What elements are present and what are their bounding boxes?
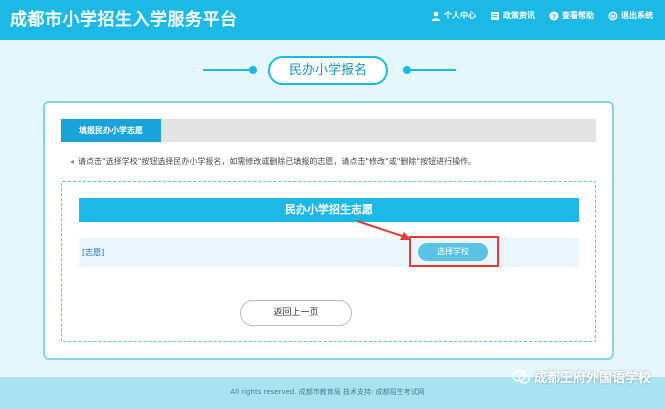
nav-label: 个人中心 [444,10,476,21]
user-icon [431,11,441,21]
logout-icon [608,11,618,21]
nav-help[interactable]: ? 查看帮助 [549,10,594,21]
help-icon: ? [549,11,559,21]
nav-logout[interactable]: 退出系统 [608,10,653,21]
table-row [79,238,579,267]
section-title: 民办小学报名 [268,56,388,85]
tab-fill-private-school-wish[interactable]: 填报民办小学志愿 [61,119,161,142]
svg-text:?: ? [552,12,556,20]
watermark-text: 成都王府外国语学校 [534,367,651,386]
table-header: 民办小学招生志愿 [79,198,579,222]
instruction-hint: ◂ 请点击"选择学校"按钮选择民办小学报名，如需修改或删除已填报的志愿，请点击"… [70,156,476,167]
red-arrow-annotation [355,219,415,243]
nav-policy-news[interactable]: 政策资讯 [490,10,535,21]
back-button[interactable]: 返回上一页 [240,300,352,326]
hint-text: 请点击"选择学校"按钮选择民办小学报名，如需修改或删除已填报的志愿，请点击"修改… [78,156,476,167]
speaker-icon: ◂ [70,157,74,166]
wish-row-label: [志愿] [82,247,104,258]
watermark: 成都王府外国语学校 [512,367,651,386]
top-nav: 个人中心 政策资讯 ? 查看帮助 退出系统 [431,10,653,21]
news-icon [490,11,500,21]
divider-dot-right [403,66,411,74]
divider-dot-left [249,66,257,74]
nav-label: 退出系统 [621,10,653,21]
divider-left [203,69,251,71]
site-title: 成都市小学招生入学服务平台 [10,5,238,30]
divider-right [408,69,456,71]
choose-school-button[interactable]: 选择学校 [418,243,488,261]
nav-label: 政策资讯 [503,10,535,21]
nav-label: 查看帮助 [562,10,594,21]
wechat-icon [512,370,530,384]
footer-copyright: All rights reserved. 成都市教育局 技术支持: 成都招生考试… [0,387,665,397]
nav-personal-center[interactable]: 个人中心 [431,10,476,21]
